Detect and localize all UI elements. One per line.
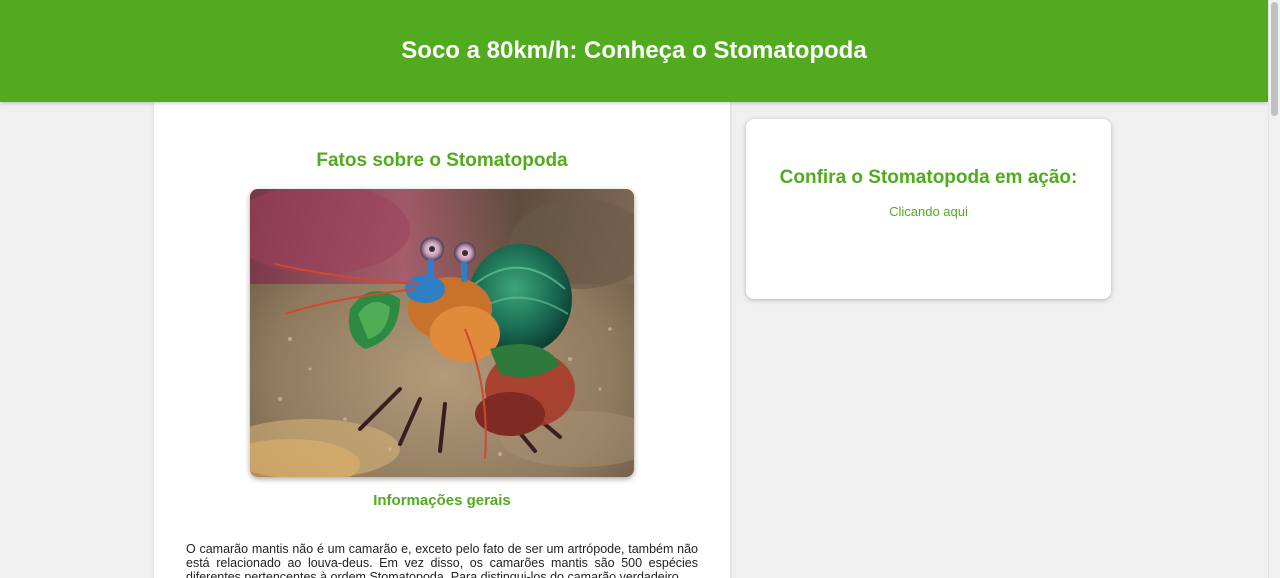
site-header: Soco a 80km/h: Conheça o Stomatopoda (0, 0, 1268, 102)
video-card: Confira o Stomatopoda em ação: Clicando … (746, 119, 1111, 299)
section-title: Fatos sobre o Stomatopoda (316, 150, 568, 171)
page: Soco a 80km/h: Conheça o Stomatopoda Fat… (0, 0, 1280, 578)
watch-video-link[interactable]: Clicando aqui (746, 204, 1111, 219)
scrollbar-thumb[interactable] (1271, 2, 1278, 116)
subsection-title: Informações gerais (373, 492, 511, 509)
article-paragraph: O camarão mantis não é um camarão e, exc… (186, 542, 698, 578)
article-card: Fatos sobre o Stomatopoda Informações ge… (154, 102, 730, 578)
mantis-shrimp-photo (250, 189, 634, 477)
page-scrollbar[interactable] (1268, 0, 1280, 578)
video-card-title: Confira o Stomatopoda em ação: (779, 167, 1078, 188)
site-title: Soco a 80km/h: Conheça o Stomatopoda (401, 37, 867, 64)
